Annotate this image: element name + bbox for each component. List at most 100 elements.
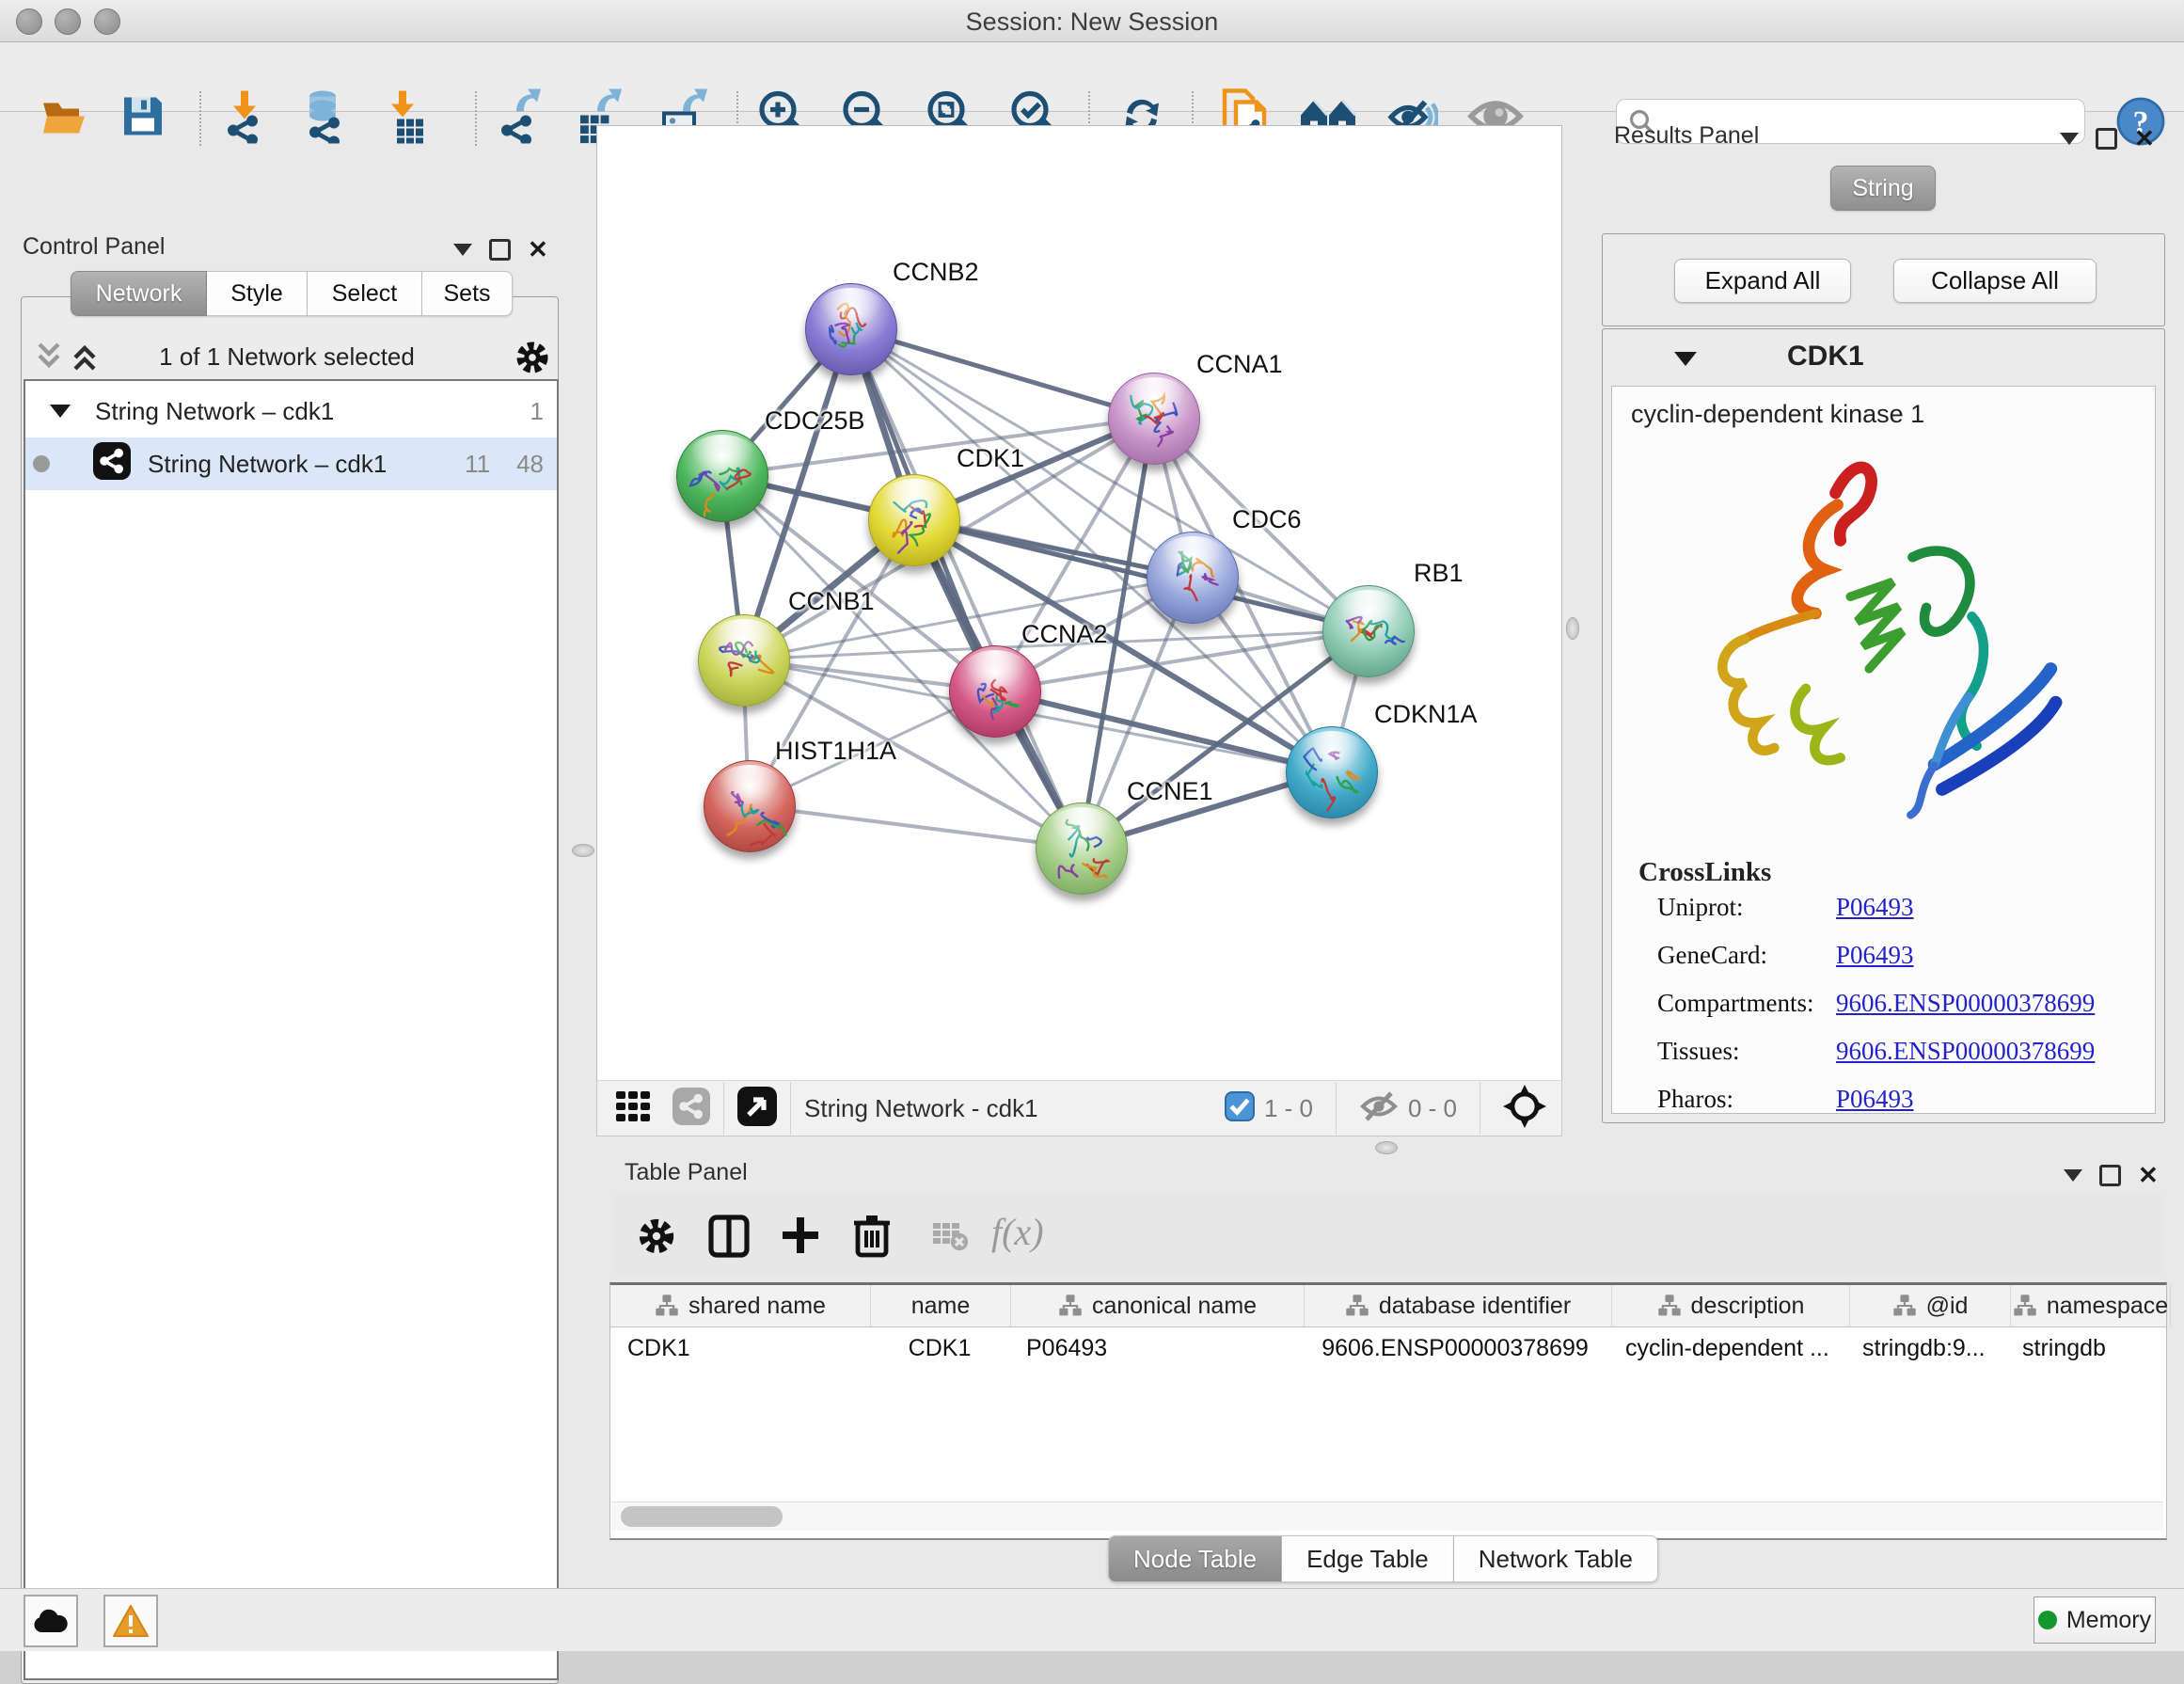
column-header-canonical-name[interactable]: canonical name [1011, 1285, 1305, 1327]
expand-all-button[interactable]: Expand All [1674, 259, 1851, 303]
crosslink-value-link[interactable]: P06493 [1836, 941, 1914, 970]
hidden-elements-eye-slash-icon[interactable] [1359, 1090, 1399, 1127]
node-label-cdc25b: CDC25B [765, 406, 865, 436]
network-node-cdc25b[interactable] [676, 430, 768, 522]
warnings-button[interactable] [103, 1595, 158, 1647]
column-header-name[interactable]: name [871, 1285, 1011, 1327]
control-panel-collapse-icon[interactable] [453, 244, 472, 256]
column-header-shared-name[interactable]: shared name [610, 1285, 871, 1327]
table-cell[interactable]: CDK1 [870, 1327, 1009, 1369]
birdseye-view-toggle-icon[interactable] [737, 1087, 777, 1131]
left-splitter-handle[interactable] [572, 844, 594, 857]
network-node-ccna1[interactable] [1108, 373, 1200, 465]
results-panel-close-icon[interactable]: ✕ [2134, 131, 2155, 147]
table-horizontal-scrollbar[interactable] [611, 1501, 2163, 1531]
table-cell[interactable]: P06493 [1009, 1327, 1302, 1369]
node-label-ccnb1: CCNB1 [788, 587, 875, 616]
control-panel-tabs: NetworkStyleSelectSets [71, 271, 513, 316]
column-header-label: canonical name [1092, 1293, 1257, 1320]
crosslink-row: Tissues:9606.ENSP00000378699 [1657, 1037, 1740, 1066]
column-header-description[interactable]: description [1612, 1285, 1850, 1327]
table-panel-collapse-icon[interactable] [2064, 1169, 2082, 1182]
create-column-plus-icon[interactable] [779, 1214, 822, 1263]
tab-string[interactable]: String [1830, 166, 1936, 211]
network-node-hist1h1a[interactable] [704, 760, 796, 852]
node-gloss-highlight [881, 479, 947, 518]
crosslink-row: Uniprot:P06493 [1657, 893, 1744, 922]
network-node-cdkn1a[interactable] [1286, 726, 1378, 818]
memory-button[interactable]: Memory [2034, 1597, 2156, 1644]
crosslink-value-link[interactable]: 9606.ENSP00000378699 [1836, 989, 2095, 1018]
results-panel-float-icon[interactable] [2096, 128, 2117, 150]
control-panel-float-icon[interactable] [489, 239, 511, 261]
network-node-ccne1[interactable] [1036, 802, 1128, 895]
node-gloss-highlight [1160, 536, 1226, 576]
network-node-ccna2[interactable] [949, 645, 1041, 738]
tab-network[interactable]: Network [71, 271, 207, 316]
table-cell[interactable]: stringdb [2005, 1327, 2164, 1369]
scrollbar-thumb[interactable] [621, 1506, 783, 1527]
node-label-hist1h1a: HIST1H1A [775, 737, 896, 766]
node-gloss-highlight [1121, 377, 1187, 417]
column-header--id[interactable]: @id [1850, 1285, 2011, 1327]
expand-collapse-box: Expand All Collapse All [1602, 233, 2165, 326]
table-panel-float-icon[interactable] [2099, 1165, 2121, 1186]
node-label-cdk1: CDK1 [957, 444, 1024, 473]
grid-view-icon[interactable] [614, 1088, 652, 1130]
node-label-rb1: RB1 [1414, 559, 1464, 588]
collapse-all-button[interactable]: Collapse All [1893, 259, 2097, 303]
network-collection-row[interactable]: String Network – cdk1 1 [25, 385, 557, 437]
network-node-ccnb1[interactable] [698, 614, 790, 707]
table-cell[interactable]: stringdb:9... [1845, 1327, 2005, 1369]
horizontal-splitter-handle[interactable] [1375, 1141, 1398, 1154]
control-panel-close-icon[interactable]: ✕ [528, 242, 548, 258]
tree-expand-triangle-icon[interactable] [50, 405, 71, 418]
table-cell[interactable]: CDK1 [610, 1327, 870, 1369]
crosslink-value-link[interactable]: P06493 [1836, 1085, 1914, 1114]
table-panel-close-icon[interactable]: ✕ [2138, 1168, 2159, 1184]
table-row[interactable]: CDK1CDK1P064939606.ENSP00000378699cyclin… [610, 1327, 2166, 1369]
crosslink-value-link[interactable]: 9606.ENSP00000378699 [1836, 1037, 2095, 1066]
fit-selected-crosshair-icon[interactable] [1503, 1085, 1546, 1133]
toolbar-separator [723, 1082, 724, 1135]
show-columns-icon[interactable] [707, 1214, 751, 1263]
tab-network-table[interactable]: Network Table [1454, 1535, 1658, 1582]
network-node-cdc6[interactable] [1147, 532, 1239, 624]
memory-status-dot-icon [2038, 1611, 2057, 1629]
node-label-cdc6: CDC6 [1232, 505, 1302, 534]
column-header-namespace[interactable]: namespace [2011, 1285, 2171, 1327]
tab-edge-table[interactable]: Edge Table [1282, 1535, 1454, 1582]
tab-node-table[interactable]: Node Table [1108, 1535, 1282, 1582]
crosslink-value-link[interactable]: P06493 [1836, 893, 1914, 922]
tab-style[interactable]: Style [207, 271, 308, 316]
crosslink-label: GeneCard: [1657, 941, 1767, 969]
delete-column-trash-icon[interactable] [850, 1212, 894, 1263]
selected-nodes-checkbox-icon[interactable] [1225, 1091, 1255, 1126]
title-bar: Session: New Session [0, 0, 2184, 42]
results-panel-collapse-icon[interactable] [2060, 133, 2079, 145]
crosslink-row: Compartments:9606.ENSP00000378699 [1657, 989, 1813, 1018]
current-network-title: String Network - cdk1 [804, 1094, 1038, 1123]
column-header-database-identifier[interactable]: database identifier [1305, 1285, 1612, 1327]
results-panel-title: Results Panel [1614, 122, 1759, 150]
automation-cloud-button[interactable] [24, 1595, 78, 1647]
tab-select[interactable]: Select [308, 271, 422, 316]
table-cell[interactable]: 9606.ENSP00000378699 [1302, 1327, 1608, 1369]
protein-name: CDK1 [1787, 341, 1864, 373]
protein-description: cyclin-dependent kinase 1 [1631, 400, 1924, 429]
node-label-cdkn1a: CDKN1A [1374, 700, 1478, 729]
network-row-selected[interactable]: String Network – cdk1 11 48 [25, 437, 557, 490]
network-options-gear-icon[interactable] [514, 339, 551, 381]
tab-sets[interactable]: Sets [422, 271, 513, 316]
network-canvas[interactable]: CCNB2CCNA1CDC25BCDK1CDC6RB1CCNB1CCNA2CDK… [596, 125, 1562, 1082]
table-cell[interactable]: cyclin-dependent ... [1608, 1327, 1845, 1369]
network-node-cdk1[interactable] [868, 474, 960, 566]
network-view-toolbar: String Network - cdk1 1 - 0 0 - 0 [596, 1080, 1562, 1136]
network-node-rb1[interactable] [1322, 585, 1415, 677]
node-gloss-highlight [1336, 590, 1401, 629]
network-node-ccnb2[interactable] [805, 283, 897, 375]
table-settings-gear-icon[interactable] [636, 1215, 677, 1262]
crosslink-label: Compartments: [1657, 989, 1813, 1017]
protein-collapse-triangle-icon[interactable] [1674, 352, 1697, 366]
crosslink-label: Tissues: [1657, 1037, 1740, 1065]
